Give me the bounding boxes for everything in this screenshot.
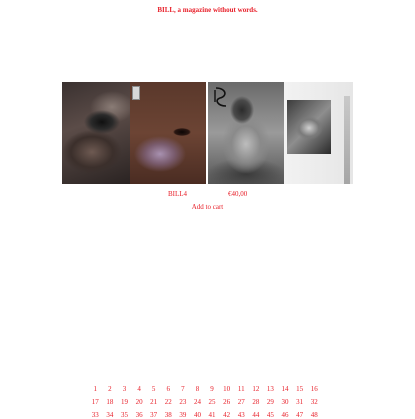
page-link-15[interactable]: 15 bbox=[292, 385, 307, 393]
page-link-9[interactable]: 9 bbox=[205, 385, 220, 393]
page-link-21[interactable]: 21 bbox=[146, 398, 161, 406]
page-link-42[interactable]: 42 bbox=[219, 411, 234, 419]
spread-page-photo bbox=[284, 82, 353, 184]
page-link-13[interactable]: 13 bbox=[263, 385, 278, 393]
page-link-44[interactable]: 44 bbox=[249, 411, 264, 419]
page-link-10[interactable]: 10 bbox=[219, 385, 234, 393]
page-link-41[interactable]: 41 bbox=[205, 411, 220, 419]
page-link-2[interactable]: 2 bbox=[103, 385, 118, 393]
page-link-8[interactable]: 8 bbox=[190, 385, 205, 393]
spread-page-portrait bbox=[208, 82, 284, 184]
spread-page-abstract bbox=[62, 82, 130, 184]
page-link-27[interactable]: 27 bbox=[234, 398, 249, 406]
page-link-24[interactable]: 24 bbox=[190, 398, 205, 406]
page-link-18[interactable]: 18 bbox=[103, 398, 118, 406]
page-link-47[interactable]: 47 bbox=[292, 411, 307, 419]
page-link-17[interactable]: 17 bbox=[88, 398, 103, 406]
page-link-3[interactable]: 3 bbox=[117, 385, 132, 393]
page-link-1[interactable]: 1 bbox=[88, 385, 103, 393]
page-link-23[interactable]: 23 bbox=[176, 398, 191, 406]
page-link-39[interactable]: 39 bbox=[176, 411, 191, 419]
page-link-16[interactable]: 16 bbox=[307, 385, 322, 393]
pagination: 1 2 3 4 5 6 7 8 9 10 11 12 13 14 15 16 17 18 19 20 21 22 23 24 2… bbox=[88, 385, 328, 419]
page-link-22[interactable]: 22 bbox=[161, 398, 176, 406]
edge-strip bbox=[344, 96, 350, 184]
page-link-31[interactable]: 31 bbox=[292, 398, 307, 406]
add-to-cart-link[interactable]: Add to cart bbox=[0, 203, 415, 211]
page-link-38[interactable]: 38 bbox=[161, 411, 176, 419]
scribble-mark bbox=[214, 87, 227, 107]
page-link-36[interactable]: 36 bbox=[132, 411, 147, 419]
page-link-45[interactable]: 45 bbox=[263, 411, 278, 419]
inset-photo bbox=[287, 100, 331, 154]
page-link-33[interactable]: 33 bbox=[88, 411, 103, 419]
page-link-20[interactable]: 20 bbox=[132, 398, 147, 406]
page-link-11[interactable]: 11 bbox=[234, 385, 249, 393]
page-link-25[interactable]: 25 bbox=[205, 398, 220, 406]
page-link-19[interactable]: 19 bbox=[117, 398, 132, 406]
page-link-5[interactable]: 5 bbox=[146, 385, 161, 393]
page-link-29[interactable]: 29 bbox=[263, 398, 278, 406]
page-link-14[interactable]: 14 bbox=[278, 385, 293, 393]
page-link-43[interactable]: 43 bbox=[234, 411, 249, 419]
page-link-34[interactable]: 34 bbox=[103, 411, 118, 419]
small-thumbnail bbox=[132, 86, 140, 100]
page-link-37[interactable]: 37 bbox=[146, 411, 161, 419]
page-link-28[interactable]: 28 bbox=[249, 398, 264, 406]
page-link-7[interactable]: 7 bbox=[176, 385, 191, 393]
page-link-6[interactable]: 6 bbox=[161, 385, 176, 393]
page-link-40[interactable]: 40 bbox=[190, 411, 205, 419]
page-link-46[interactable]: 46 bbox=[278, 411, 293, 419]
page-link-35[interactable]: 35 bbox=[117, 411, 132, 419]
product-name: BILL4 bbox=[168, 190, 188, 198]
spread-page-face bbox=[130, 82, 206, 184]
page-link-4[interactable]: 4 bbox=[132, 385, 147, 393]
page-link-26[interactable]: 26 bbox=[219, 398, 234, 406]
page-link-30[interactable]: 30 bbox=[278, 398, 293, 406]
site-title[interactable]: BILL, a magazine without words. bbox=[0, 6, 415, 14]
page-link-32[interactable]: 32 bbox=[307, 398, 322, 406]
page-link-12[interactable]: 12 bbox=[249, 385, 264, 393]
product-price: €40,00 bbox=[228, 190, 248, 198]
page-link-48[interactable]: 48 bbox=[307, 411, 322, 419]
magazine-spread-image[interactable] bbox=[62, 82, 353, 184]
